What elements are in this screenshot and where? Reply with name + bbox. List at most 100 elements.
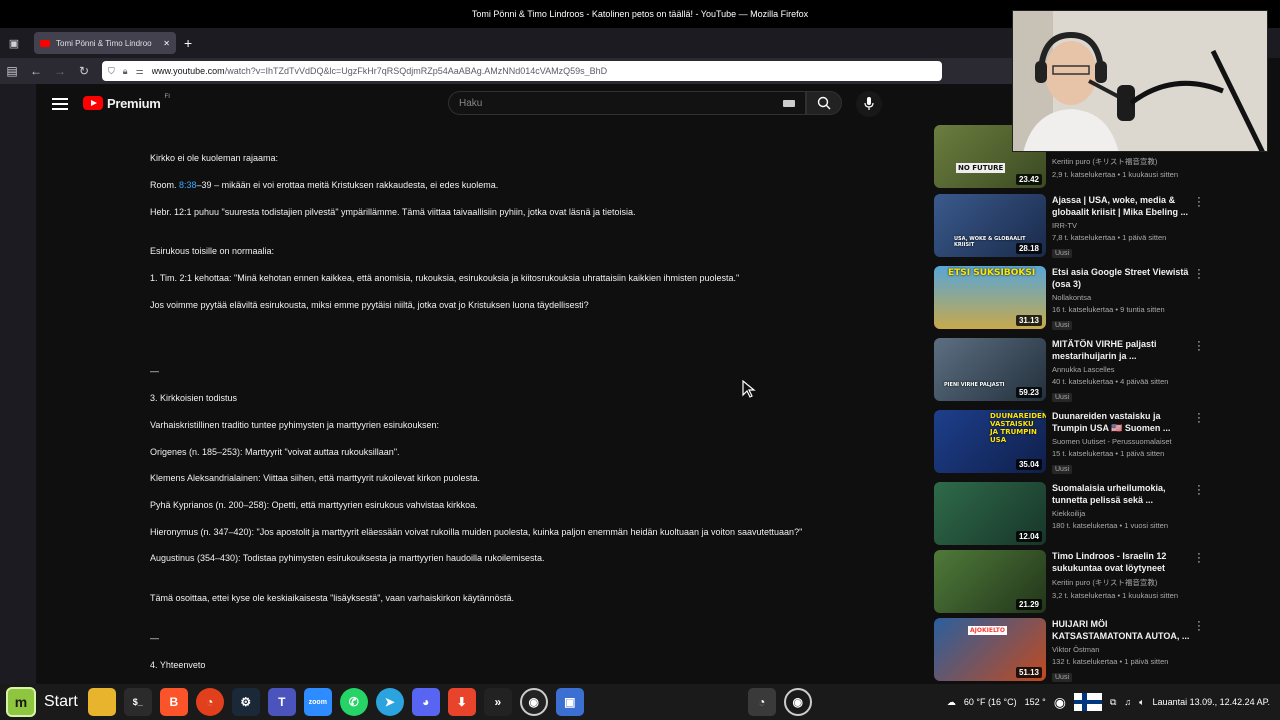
video-thumbnail[interactable]: AJOKIELTO 51.13 bbox=[934, 618, 1046, 681]
video-card[interactable]: 12.04 Suomalaisia urheilumokia, tunnetta… bbox=[934, 481, 1204, 546]
close-tab-icon[interactable]: ✕ bbox=[163, 39, 170, 48]
weather-icon: ☁ bbox=[946, 696, 956, 707]
video-meta: 15 t. katselukertaa • 1 päivä sitten bbox=[1052, 449, 1165, 458]
video-channel[interactable]: Viktor Östman bbox=[1052, 645, 1190, 654]
tab-list-icon[interactable]: ▣ bbox=[0, 29, 28, 57]
music-icon[interactable]: ♫ bbox=[1124, 697, 1131, 707]
tab-active[interactable]: Tomi Pönni & Timo Lindroo ✕ bbox=[34, 32, 176, 54]
obs-studio-icon[interactable]: ◉ bbox=[519, 688, 548, 716]
video-card[interactable]: 21.29 Timo Lindroos - Israelin 12 sukuku… bbox=[934, 549, 1204, 614]
firefox-icon[interactable]: ◔ bbox=[195, 688, 224, 716]
url-bar[interactable]: ⛉ 🔒︎ ⚌ www.youtube.com/watch?v=IhTZdTvVd… bbox=[102, 61, 942, 81]
discord-icon[interactable]: ◕ bbox=[411, 688, 440, 716]
taskbar: m Start $_ B ◔ ⚙ T zoom ✆ ➤ ◕ ⬇ » ◉ ▣ ◔ … bbox=[0, 684, 1280, 720]
search-input[interactable]: Haku bbox=[448, 91, 806, 115]
more-options-icon[interactable]: · · · bbox=[1194, 265, 1204, 284]
search-button[interactable] bbox=[806, 91, 842, 115]
reload-icon[interactable]: ↻ bbox=[72, 59, 96, 83]
video-title[interactable]: Etsi asia Google Street Viewistä (osa 3) bbox=[1052, 266, 1190, 290]
search-placeholder: Haku bbox=[459, 97, 483, 109]
new-tab-icon[interactable]: + bbox=[184, 35, 192, 51]
more-options-icon[interactable]: · · · bbox=[1194, 409, 1204, 428]
video-thumbnail[interactable]: 21.29 bbox=[934, 550, 1046, 613]
video-thumbnail[interactable]: DUUNAREIDEN VASTAISKU JA TRUMPIN USA 35.… bbox=[934, 410, 1046, 473]
network-icon[interactable]: ⧉ bbox=[1110, 697, 1116, 708]
video-card[interactable]: PIENI VIRHE PALJASTI 59.23 MITÄTÖN VIRHE… bbox=[934, 337, 1204, 402]
navigation-bar: ▤ ← → ↻ ⛉ 🔒︎ ⚌ www.youtube.com/watch?v=I… bbox=[0, 58, 1012, 84]
telegram-icon[interactable]: ➤ bbox=[375, 688, 404, 716]
finland-flag-icon[interactable] bbox=[1073, 693, 1102, 711]
description-line: Origenes (n. 185–253): Marttyyrit "voiva… bbox=[150, 447, 400, 457]
video-channel[interactable]: Keritin puro (キリスト福音宣教) bbox=[1052, 577, 1190, 588]
file-manager-icon[interactable] bbox=[87, 688, 116, 716]
more-options-icon[interactable]: · · · bbox=[1194, 617, 1204, 636]
screenshot-icon[interactable]: ▣ bbox=[555, 688, 584, 716]
video-channel[interactable]: Nollakontsa bbox=[1052, 293, 1190, 302]
video-thumbnail[interactable]: ETSI SUKSIBOKSI 31.13 bbox=[934, 266, 1046, 329]
bible-verse-link[interactable]: 8:38 bbox=[179, 180, 197, 190]
whatsapp-icon[interactable]: ✆ bbox=[339, 688, 368, 716]
video-channel[interactable]: IRR-TV bbox=[1052, 221, 1190, 230]
browser-sidebar bbox=[0, 84, 36, 684]
video-title[interactable]: Ajassa | USA, woke, media & globaalit kr… bbox=[1052, 194, 1190, 218]
teams-icon[interactable]: T bbox=[267, 688, 296, 716]
description-line: Tämä osoittaa, ettei kyse ole keskiaikai… bbox=[150, 593, 515, 603]
back-icon[interactable]: ← bbox=[24, 59, 48, 83]
video-card[interactable]: USA, WOKE & GLOBAALIT KRIISIT 28.18 Ajas… bbox=[934, 193, 1204, 258]
video-channel[interactable]: Kiekkoilija bbox=[1052, 509, 1190, 518]
page-scrollbar[interactable] bbox=[1272, 84, 1280, 684]
video-meta: 180 t. katselukertaa • 1 vuosi sitten bbox=[1052, 521, 1169, 530]
thumbnail-text: AJOKIELTO bbox=[968, 626, 1007, 635]
system-tray: ☁ 60 °F (16 °C) 152 ° ◉ ⧉ ♫ 🔈︎ Lauantai … bbox=[947, 684, 1270, 720]
new-badge: Uusi bbox=[1052, 465, 1073, 474]
steam-icon[interactable]: ⚙ bbox=[231, 688, 260, 716]
video-card[interactable]: AJOKIELTO 51.13 HUIJARI MÖI KATSASTAMATO… bbox=[934, 617, 1204, 682]
forward-icon[interactable]: → bbox=[48, 59, 72, 83]
zoom-icon[interactable]: zoom bbox=[303, 688, 332, 716]
lock-icon[interactable]: 🔒︎ bbox=[123, 66, 128, 77]
clock[interactable]: Lauantai 13.09., 12.42.24 AP. bbox=[1153, 697, 1270, 707]
description-line: Room. 8:38–39 – mikään ei voi erottaa me… bbox=[150, 180, 499, 190]
youtube-premium-logo[interactable]: Premium FI bbox=[83, 94, 170, 112]
keyboard-icon[interactable] bbox=[783, 100, 795, 107]
description-line: 3. Kirkkoisien todistus bbox=[150, 393, 238, 403]
video-thumbnail[interactable]: USA, WOKE & GLOBAALIT KRIISIT 28.18 bbox=[934, 194, 1046, 257]
obs-running-icon[interactable]: ◉ bbox=[783, 688, 812, 716]
linux-mint-logo-icon: m bbox=[6, 687, 36, 717]
video-title[interactable]: Timo Lindroos - Israelin 12 sukukuntaa o… bbox=[1052, 550, 1190, 574]
video-card[interactable]: DUUNAREIDEN VASTAISKU JA TRUMPIN USA 35.… bbox=[934, 409, 1204, 474]
video-channel[interactable]: Keritin puro (キリスト福音宣教) bbox=[1052, 156, 1190, 167]
more-options-icon[interactable]: · · · bbox=[1194, 337, 1204, 356]
description-line: Kirkko ei ole kuoleman rajaama: bbox=[150, 153, 279, 163]
firefox-running-icon[interactable]: ◔ bbox=[747, 688, 776, 716]
sidebar-toggle-icon[interactable]: ▤ bbox=[0, 59, 24, 83]
permissions-icon[interactable]: ⚌ bbox=[136, 66, 144, 77]
description-line: Augustinus (354–430): Todistaa pyhimyste… bbox=[150, 553, 545, 563]
video-title[interactable]: HUIJARI MÖI KATSASTAMATONTA AUTOA, ... bbox=[1052, 618, 1190, 642]
video-title[interactable]: Suomalaisia urheilumokia, tunnetta pelis… bbox=[1052, 482, 1190, 506]
weather-text[interactable]: 60 °F (16 °C) bbox=[964, 697, 1017, 707]
window-title: Tomi Pönni & Timo Lindroos - Katolinen p… bbox=[471, 9, 809, 19]
video-title[interactable]: Duunareiden vastaisku ja Trumpin USA 🇺🇸 … bbox=[1052, 410, 1190, 434]
video-channel[interactable]: Annukka Lascelles bbox=[1052, 365, 1190, 374]
more-options-icon[interactable]: · · · bbox=[1194, 549, 1204, 568]
terminal-icon[interactable]: $_ bbox=[123, 688, 152, 716]
media-player-icon[interactable]: » bbox=[483, 688, 512, 716]
video-thumbnail[interactable]: 12.04 bbox=[934, 482, 1046, 545]
video-title[interactable]: MITÄTÖN VIRHE paljasti mestarihuijarin j… bbox=[1052, 338, 1190, 362]
obs-tray-icon[interactable]: ◉ bbox=[1054, 694, 1066, 711]
voice-search-button[interactable] bbox=[856, 91, 882, 117]
volume-icon[interactable]: 🔈︎ bbox=[1139, 697, 1144, 708]
hamburger-menu-icon[interactable] bbox=[52, 96, 68, 110]
start-menu-button[interactable]: m Start bbox=[0, 684, 84, 720]
more-options-icon[interactable]: · · · bbox=[1194, 481, 1204, 500]
brave-browser-icon[interactable]: B bbox=[159, 688, 188, 716]
more-options-icon[interactable]: · · · bbox=[1194, 193, 1204, 212]
video-meta: 2,9 t. katselukertaa • 1 kuukausi sitten bbox=[1052, 170, 1179, 179]
description-line: Hieronymus (n. 347–420): "Jos apostolit … bbox=[150, 527, 803, 537]
shield-icon[interactable]: ⛉ bbox=[108, 66, 115, 77]
video-card[interactable]: ETSI SUKSIBOKSI 31.13 Etsi asia Google S… bbox=[934, 265, 1204, 330]
video-thumbnail[interactable]: PIENI VIRHE PALJASTI 59.23 bbox=[934, 338, 1046, 401]
video-channel[interactable]: Suomen Uutiset - Perussuomalaiset bbox=[1052, 437, 1190, 446]
download-manager-icon[interactable]: ⬇ bbox=[447, 688, 476, 716]
